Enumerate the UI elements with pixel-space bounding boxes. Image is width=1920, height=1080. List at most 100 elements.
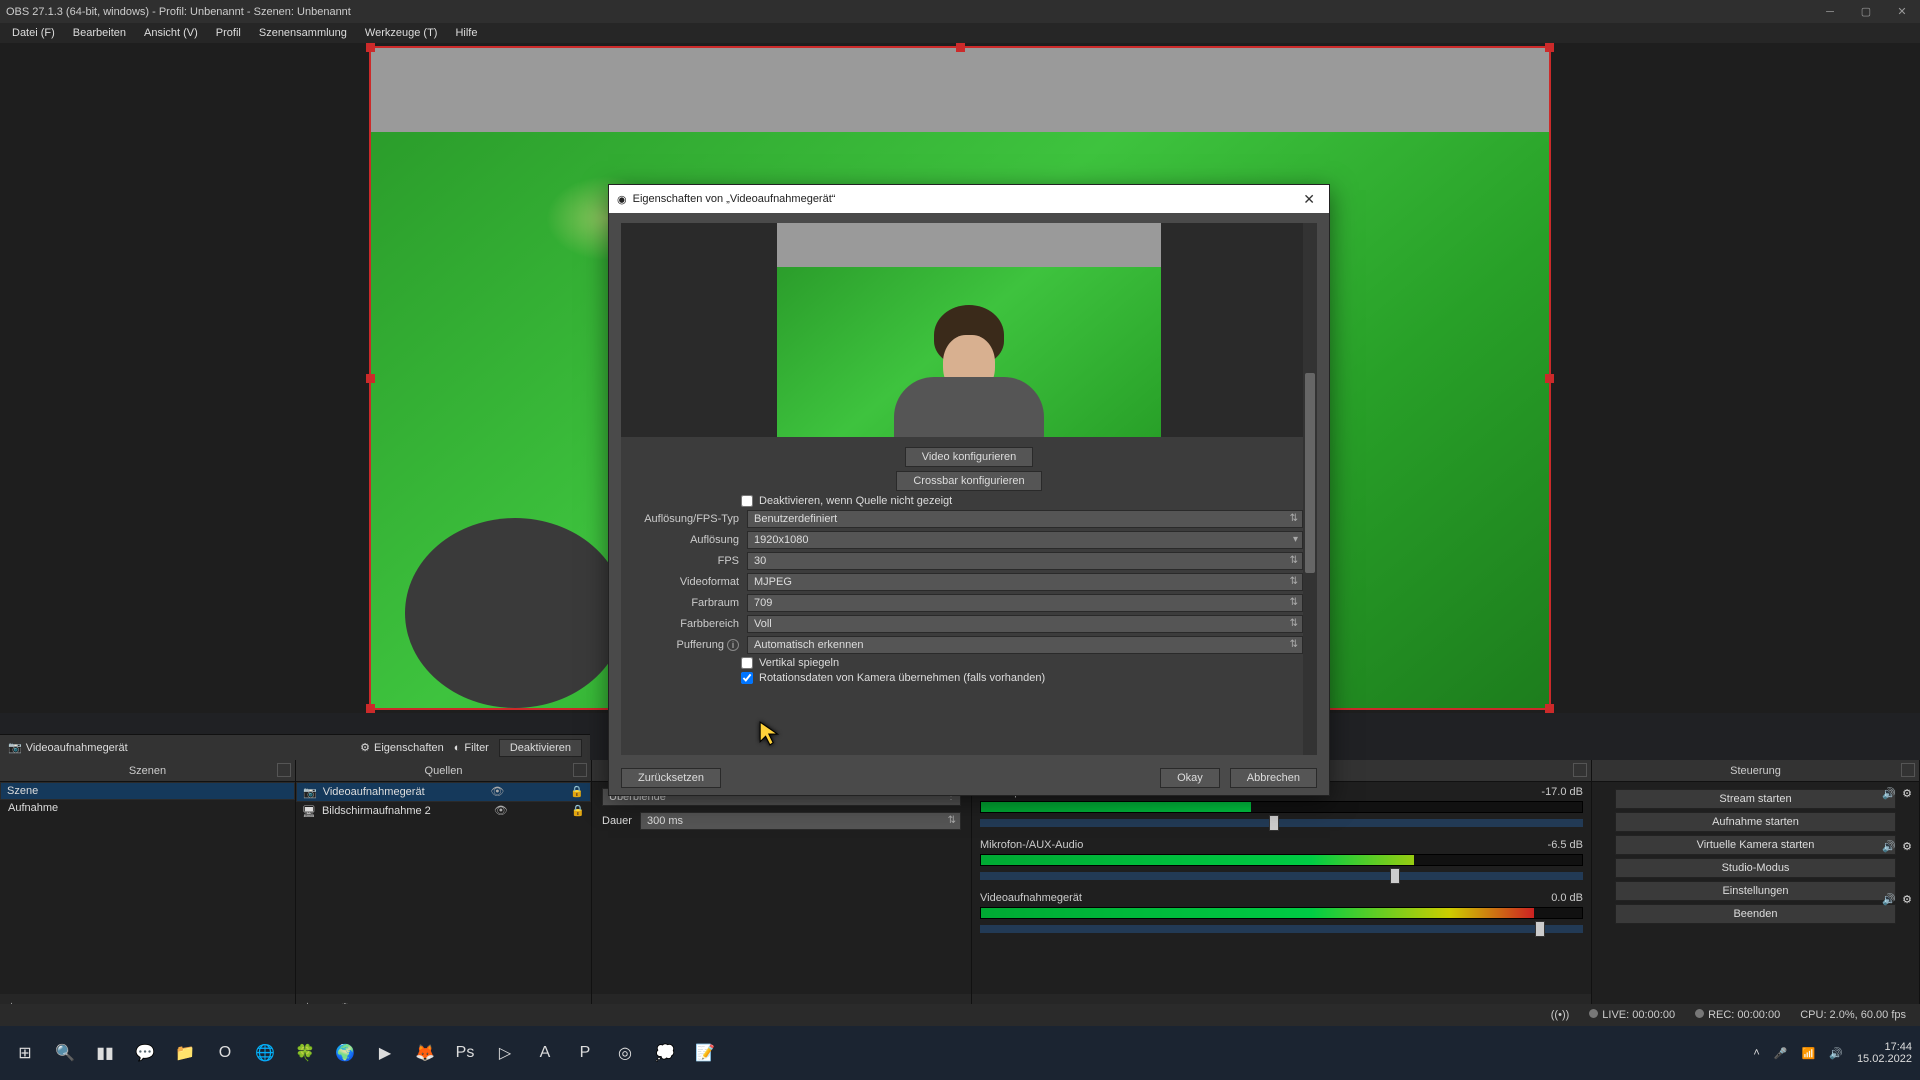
resize-handle[interactable]: [1545, 374, 1554, 383]
taskbar-app-icon[interactable]: ⊞: [8, 1036, 42, 1070]
sources-title: Quellen: [425, 765, 463, 777]
taskbar-app-icon[interactable]: 💭: [648, 1036, 682, 1070]
checkbox-label: Vertikal spiegeln: [759, 657, 839, 669]
deactivate-button[interactable]: Deaktivieren: [499, 739, 582, 757]
dialog-scrollbar[interactable]: [1303, 223, 1317, 755]
tray-chevron-icon[interactable]: ˄: [1753, 1047, 1759, 1059]
audio-mixer-panel: Desktop-Audio -17.0 dB 🔊⚙ Mikrofon-/AUX-…: [972, 760, 1592, 1020]
taskbar-app-icon[interactable]: 🍀: [288, 1036, 322, 1070]
resize-handle[interactable]: [1545, 43, 1554, 52]
taskbar-app-icon[interactable]: A: [528, 1036, 562, 1070]
info-icon[interactable]: i: [727, 639, 739, 651]
taskbar-app-icon[interactable]: 📁: [168, 1036, 202, 1070]
live-timer: LIVE: 00:00:00: [1602, 1009, 1675, 1021]
scrollbar-thumb[interactable]: [1305, 373, 1315, 573]
start-virtualcam-button[interactable]: Virtuelle Kamera starten: [1615, 835, 1896, 855]
resize-handle[interactable]: [366, 374, 375, 383]
cancel-button[interactable]: Abbrechen: [1230, 768, 1317, 788]
volume-slider[interactable]: [980, 872, 1583, 880]
resize-handle[interactable]: [366, 704, 375, 713]
field-label: FPS: [635, 555, 747, 567]
buffering-select[interactable]: Automatisch erkennen⇅: [747, 636, 1303, 654]
menu-view[interactable]: Ansicht (V): [136, 25, 206, 41]
resize-handle[interactable]: [956, 43, 965, 52]
defaults-button[interactable]: Zurücksetzen: [621, 768, 721, 788]
tray-mic-icon[interactable]: 🎤: [1774, 1047, 1788, 1060]
menu-help[interactable]: Hilfe: [447, 25, 485, 41]
visibility-toggle-icon[interactable]: 👁: [490, 785, 504, 799]
source-item[interactable]: 🖥 Bildschirmaufnahme 2 👁 🔒: [296, 802, 591, 820]
menu-file[interactable]: Datei (F): [4, 25, 63, 41]
windows-taskbar: ⊞🔍▮▮💬📁O🌐🍀🌍▶🦊Ps▷AP◎💭📝 ˄ 🎤 📶 🔊 17:44 15.02…: [0, 1026, 1920, 1080]
fps-select[interactable]: 30⇅: [747, 552, 1303, 570]
dialog-titlebar[interactable]: ◉ Eigenschaften von „Videoaufnahmegerät“…: [609, 185, 1329, 213]
window-maximize-button[interactable]: ▢: [1848, 0, 1884, 23]
taskbar-app-icon[interactable]: 🌐: [248, 1036, 282, 1070]
exit-button[interactable]: Beenden: [1615, 904, 1896, 924]
taskbar-app-icon[interactable]: 🌍: [328, 1036, 362, 1070]
resolution-type-select[interactable]: Benutzerdefiniert⇅: [747, 510, 1303, 528]
menu-edit[interactable]: Bearbeiten: [65, 25, 134, 41]
taskbar-app-icon[interactable]: 🦊: [408, 1036, 442, 1070]
properties-dialog: ◉ Eigenschaften von „Videoaufnahmegerät“…: [608, 184, 1330, 796]
window-close-button[interactable]: ✕: [1884, 0, 1920, 23]
color-range-select[interactable]: Voll⇅: [747, 615, 1303, 633]
duration-input[interactable]: 300 ms⇅: [640, 812, 961, 830]
color-space-select[interactable]: 709⇅: [747, 594, 1303, 612]
deactivate-when-hidden-checkbox[interactable]: [741, 495, 753, 507]
window-minimize-button[interactable]: ─: [1812, 0, 1848, 23]
menu-profile[interactable]: Profil: [208, 25, 249, 41]
bottom-panels: Szenen Szene Aufnahme ＋ － ∧ ∨ Quellen 📷 …: [0, 760, 1920, 1020]
studio-mode-button[interactable]: Studio-Modus: [1615, 858, 1896, 878]
lock-toggle-icon[interactable]: 🔒: [570, 785, 584, 799]
taskbar-app-icon[interactable]: 🔍: [48, 1036, 82, 1070]
resize-handle[interactable]: [1545, 704, 1554, 713]
volume-meter: [980, 907, 1583, 919]
source-toolbar: 📷 Videoaufnahmegerät ⚙ Eigenschaften ◐ F…: [0, 734, 590, 760]
volume-slider[interactable]: [980, 925, 1583, 933]
video-format-select[interactable]: MJPEG⇅: [747, 573, 1303, 591]
use-rotation-checkbox[interactable]: [741, 672, 753, 684]
source-item[interactable]: 📷 Videoaufnahmegerät 👁 🔒: [296, 782, 591, 802]
panel-popout-icon[interactable]: [277, 763, 291, 777]
taskbar-app-icon[interactable]: ▮▮: [88, 1036, 122, 1070]
scene-item[interactable]: Aufnahme: [0, 800, 295, 816]
visibility-toggle-icon[interactable]: 👁: [494, 804, 508, 818]
panel-popout-icon[interactable]: [1901, 763, 1915, 777]
taskbar-app-icon[interactable]: 💬: [128, 1036, 162, 1070]
configure-video-button[interactable]: Video konfigurieren: [905, 447, 1034, 467]
configure-crossbar-button[interactable]: Crossbar konfigurieren: [896, 471, 1041, 491]
taskbar-app-icon[interactable]: O: [208, 1036, 242, 1070]
filters-button[interactable]: ◐ Filter: [454, 742, 489, 754]
resolution-select[interactable]: 1920x1080▾: [747, 531, 1303, 549]
taskbar-app-icon[interactable]: ▶: [368, 1036, 402, 1070]
properties-button[interactable]: ⚙ Eigenschaften: [360, 741, 444, 754]
vertical-flip-checkbox[interactable]: [741, 657, 753, 669]
scene-item[interactable]: Szene: [0, 782, 295, 800]
menu-tools[interactable]: Werkzeuge (T): [357, 25, 446, 41]
start-record-button[interactable]: Aufnahme starten: [1615, 812, 1896, 832]
checkbox-label: Deaktivieren, wenn Quelle nicht gezeigt: [759, 495, 952, 507]
start-stream-button[interactable]: Stream starten: [1615, 789, 1896, 809]
tray-wifi-icon[interactable]: 📶: [1802, 1047, 1816, 1060]
window-titlebar: OBS 27.1.3 (64-bit, windows) - Profil: U…: [0, 0, 1920, 23]
tray-volume-icon[interactable]: 🔊: [1829, 1047, 1843, 1060]
dialog-close-button[interactable]: ✕: [1297, 191, 1321, 208]
taskbar-app-icon[interactable]: Ps: [448, 1036, 482, 1070]
taskbar-clock[interactable]: 17:44 15.02.2022: [1857, 1041, 1912, 1065]
taskbar-app-icon[interactable]: P: [568, 1036, 602, 1070]
resize-handle[interactable]: [366, 43, 375, 52]
channel-db: -6.5 dB: [1548, 839, 1583, 851]
panel-popout-icon[interactable]: [1573, 763, 1587, 777]
volume-slider[interactable]: [980, 819, 1583, 827]
menu-scene-collection[interactable]: Szenensammlung: [251, 25, 355, 41]
monitor-icon: 🖥: [302, 805, 316, 818]
panel-popout-icon[interactable]: [573, 763, 587, 777]
taskbar-app-icon[interactable]: ◎: [608, 1036, 642, 1070]
settings-button[interactable]: Einstellungen: [1615, 881, 1896, 901]
lock-toggle-icon[interactable]: 🔒: [571, 804, 585, 818]
window-title: OBS 27.1.3 (64-bit, windows) - Profil: U…: [6, 6, 351, 18]
taskbar-app-icon[interactable]: ▷: [488, 1036, 522, 1070]
taskbar-app-icon[interactable]: 📝: [688, 1036, 722, 1070]
ok-button[interactable]: Okay: [1160, 768, 1220, 788]
